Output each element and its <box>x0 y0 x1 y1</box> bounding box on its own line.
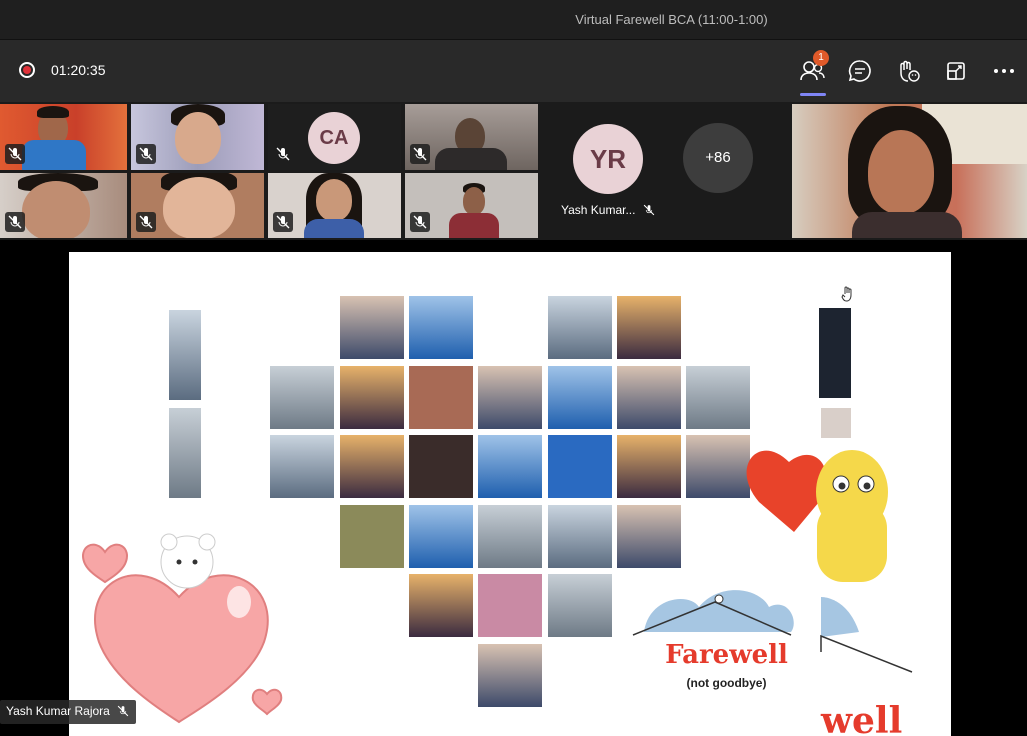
meeting-title: Virtual Farewell BCA (11:00-1:00) <box>575 12 768 27</box>
presenter-name: Yash Kumar Rajora <box>6 704 110 718</box>
participant-avatar-tile[interactable]: YR Yash Kumar... +86 <box>542 104 792 238</box>
reactions-button[interactable] <box>893 56 923 86</box>
photo-collage <box>82 296 913 724</box>
farewell-subtitle: (not goodbye) <box>686 676 767 690</box>
share-tray-button[interactable] <box>941 56 971 86</box>
muted-mic-icon <box>116 704 130 718</box>
participant-video[interactable] <box>131 173 264 238</box>
participant-video[interactable] <box>0 173 127 238</box>
active-indicator <box>800 93 826 96</box>
participant-grid: CA YR Yash Kumar... +86 <box>0 102 1027 240</box>
more-options-button[interactable] <box>989 56 1019 86</box>
participant-name: Yash Kumar... <box>561 203 636 217</box>
farewell-partial-text: well <box>821 700 903 736</box>
recording-timer: 01:20:35 <box>51 62 106 78</box>
muted-mic-icon <box>273 212 293 232</box>
avatar: CA <box>308 112 360 164</box>
participant-video[interactable] <box>405 104 538 170</box>
participant-video[interactable] <box>405 173 538 238</box>
avatar: YR <box>573 124 643 194</box>
record-icon <box>19 62 35 78</box>
participant-video[interactable] <box>0 104 127 170</box>
shared-screen: Farewell (not goodbye) well <box>0 240 1027 736</box>
hand-cursor-icon <box>841 286 855 302</box>
muted-mic-icon <box>410 144 430 164</box>
more-options-icon <box>994 69 1014 73</box>
muted-mic-icon <box>5 212 25 232</box>
muted-mic-icon <box>5 144 25 164</box>
slide: Farewell (not goodbye) well <box>69 252 951 736</box>
more-participants-button[interactable]: +86 <box>683 123 753 193</box>
farewell-title: Farewell <box>665 640 788 670</box>
muted-mic-icon <box>136 144 156 164</box>
participant-avatar-tile[interactable]: CA <box>268 104 401 170</box>
participant-video[interactable] <box>131 104 264 170</box>
presenter-label: Yash Kumar Rajora <box>0 700 136 724</box>
participants-badge: 1 <box>813 50 829 66</box>
chat-button[interactable] <box>845 56 875 86</box>
muted-mic-icon <box>273 144 293 164</box>
share-tray-icon <box>947 62 965 80</box>
reactions-icon <box>900 60 920 82</box>
participants-button[interactable]: 1 <box>797 50 829 96</box>
muted-mic-icon <box>136 212 156 232</box>
chat-icon <box>848 60 871 82</box>
muted-mic-icon <box>642 203 656 217</box>
meeting-toolbar: 01:20:35 1 <box>0 40 1027 102</box>
muted-mic-icon <box>410 212 430 232</box>
participant-video[interactable] <box>268 173 401 238</box>
title-bar: Virtual Farewell BCA (11:00-1:00) <box>0 0 1027 40</box>
presenter-video[interactable] <box>792 104 1027 238</box>
